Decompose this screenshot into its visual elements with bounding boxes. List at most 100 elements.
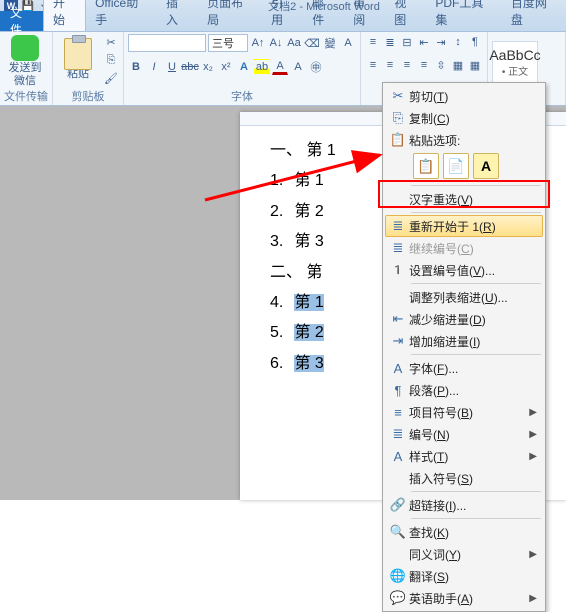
gutter <box>0 106 240 500</box>
ctx-translate[interactable]: 🌐 翻译(S) <box>385 565 543 587</box>
set-value-icon: 1️ <box>387 260 409 280</box>
ctx-chinese-reselect[interactable]: 汉字重选(V) <box>385 188 543 210</box>
font-name-combo[interactable] <box>128 34 206 52</box>
continue-numbering-icon: ≣ <box>387 238 409 258</box>
ctx-styles[interactable]: A 样式(T) ▶ <box>385 445 543 467</box>
tab-mail[interactable]: 邮件 <box>303 0 344 31</box>
phonetic-icon[interactable]: 變 <box>322 35 338 51</box>
assistant-icon: 💬 <box>387 588 409 608</box>
send-to-wechat-button[interactable]: 发送到微信 <box>4 34 46 86</box>
change-case-icon[interactable]: Aa <box>286 35 302 51</box>
ctx-numbering[interactable]: ≣ 编号(N) ▶ <box>385 423 543 445</box>
line-spacing-icon[interactable]: ⇳ <box>433 57 449 73</box>
tab-file[interactable]: 文件 <box>0 11 43 31</box>
align-center-icon[interactable]: ≡ <box>382 57 398 73</box>
align-left-icon[interactable]: ≡ <box>365 57 381 73</box>
sort-icon[interactable]: ↕ <box>450 34 466 50</box>
separator <box>411 283 541 284</box>
justify-icon[interactable]: ≡ <box>416 57 432 73</box>
grow-font-icon[interactable]: A↑ <box>250 35 266 51</box>
format-painter-icon[interactable]: 🖌 <box>103 71 119 87</box>
tab-review[interactable]: 审阅 <box>344 0 385 31</box>
ctx-paragraph[interactable]: ¶ 段落(P)... <box>385 379 543 401</box>
group-font: 三号 A↑ A↓ Aa ⌫ 變 A B I U abc x₂ x² A ab A… <box>124 32 361 105</box>
group-clipboard: 粘贴 ✂ ⎘ 🖌 剪贴板 <box>53 32 124 105</box>
ctx-copy[interactable]: ⎘ 复制(C) <box>385 107 543 129</box>
char-shading-icon[interactable]: A <box>290 59 306 75</box>
styles-icon: A <box>387 446 409 466</box>
ctx-paste-label: 📋 粘贴选项: <box>385 129 543 151</box>
style-normal[interactable]: AaBbCc • 正文 <box>492 41 538 85</box>
ctx-english-assistant[interactable]: 💬 英语助手(A) ▶ <box>385 587 543 609</box>
highlight-icon[interactable]: ab <box>254 59 270 75</box>
chevron-right-icon: ▶ <box>529 549 537 560</box>
shrink-font-icon[interactable]: A↓ <box>268 35 284 51</box>
tab-insert[interactable]: 插入 <box>157 0 198 31</box>
tab-pdf[interactable]: PDF工具集 <box>426 0 502 31</box>
ctx-lookup[interactable]: 🔍 查找(K) <box>385 521 543 543</box>
ctx-adjust-list-indent[interactable]: 调整列表缩进(U)... <box>385 286 543 308</box>
bullets-icon: ≡ <box>387 402 409 422</box>
text-effect-icon[interactable]: A <box>236 59 252 75</box>
strike-icon[interactable]: abc <box>182 59 198 75</box>
search-icon: 🔍 <box>387 522 409 542</box>
clipboard-icon <box>64 38 92 70</box>
ctx-set-numbering-value[interactable]: 1️ 设置编号值(V)... <box>385 259 543 281</box>
wechat-icon <box>11 35 39 61</box>
paste-keep-source-icon[interactable]: 📋 <box>413 153 439 179</box>
ctx-insert-symbol[interactable]: 插入符号(S) <box>385 467 543 489</box>
tab-view[interactable]: 视图 <box>385 0 426 31</box>
shading-icon[interactable]: ▦ <box>450 57 466 73</box>
dec-indent-icon: ⇤ <box>387 309 409 329</box>
ctx-hyperlink[interactable]: 🔗 超链接(I)... <box>385 494 543 516</box>
paste-text-only-icon[interactable]: A <box>473 153 499 179</box>
ctx-synonyms[interactable]: 同义词(Y) ▶ <box>385 543 543 565</box>
context-menu: ✂ 剪切(T) ⎘ 复制(C) 📋 粘贴选项: 📋 📄 A 汉字重选(V) ≣ … <box>382 82 546 612</box>
underline-icon[interactable]: U <box>164 59 180 75</box>
copy-icon[interactable]: ⎘ <box>103 53 119 69</box>
ctx-font[interactable]: A 字体(F)... <box>385 357 543 379</box>
numbering-icon: ≣ <box>387 424 409 444</box>
tab-references[interactable]: 引用 <box>262 0 303 31</box>
numbering-icon[interactable]: ≣ <box>382 34 398 50</box>
inc-indent-icon: ⇥ <box>387 331 409 351</box>
borders-icon[interactable]: ▦ <box>467 57 483 73</box>
enclose-char-icon[interactable]: ㊥ <box>308 59 324 75</box>
inc-indent-icon[interactable]: ⇥ <box>433 34 449 50</box>
ctx-decrease-indent[interactable]: ⇤ 减少缩进量(D) <box>385 308 543 330</box>
ctx-restart-at-1[interactable]: ≣ 重新开始于 1(R) <box>385 215 543 237</box>
ctx-cut[interactable]: ✂ 剪切(T) <box>385 85 543 107</box>
separator <box>411 185 541 186</box>
font-color-icon[interactable]: A <box>272 59 288 75</box>
superscript-icon[interactable]: x² <box>218 59 234 75</box>
dec-indent-icon[interactable]: ⇤ <box>416 34 432 50</box>
paste-merge-icon[interactable]: 📄 <box>443 153 469 179</box>
char-border-icon[interactable]: A <box>340 35 356 51</box>
clear-format-icon[interactable]: ⌫ <box>304 35 320 51</box>
ctx-bullets[interactable]: ≡ 项目符号(B) ▶ <box>385 401 543 423</box>
font-size-combo[interactable]: 三号 <box>208 34 248 52</box>
paste-button[interactable]: 粘贴 <box>57 40 99 80</box>
clipboard-icon: 📋 <box>387 130 409 150</box>
show-marks-icon[interactable]: ¶ <box>467 34 483 50</box>
chevron-right-icon: ▶ <box>529 593 537 604</box>
separator <box>411 518 541 519</box>
tab-home[interactable]: 开始 <box>43 0 86 31</box>
tab-baidu[interactable]: 百度网盘 <box>502 0 566 31</box>
subscript-icon[interactable]: x₂ <box>200 59 216 75</box>
tab-office[interactable]: Office助手 <box>86 0 157 31</box>
align-right-icon[interactable]: ≡ <box>399 57 415 73</box>
chevron-right-icon: ▶ <box>529 451 537 462</box>
separator <box>411 354 541 355</box>
tab-layout[interactable]: 页面布局 <box>198 0 262 31</box>
hyperlink-icon: 🔗 <box>387 495 409 515</box>
italic-icon[interactable]: I <box>146 59 162 75</box>
ctx-increase-indent[interactable]: ⇥ 增加缩进量(I) <box>385 330 543 352</box>
bullets-icon[interactable]: ≡ <box>365 34 381 50</box>
bold-icon[interactable]: B <box>128 59 144 75</box>
cut-icon[interactable]: ✂ <box>103 35 119 51</box>
translate-icon: 🌐 <box>387 566 409 586</box>
paste-options: 📋 📄 A <box>385 151 543 183</box>
ribbon-tabs: 文件 开始 Office助手 插入 页面布局 引用 邮件 审阅 视图 PDF工具… <box>0 12 566 32</box>
multilevel-icon[interactable]: ⊟ <box>399 34 415 50</box>
